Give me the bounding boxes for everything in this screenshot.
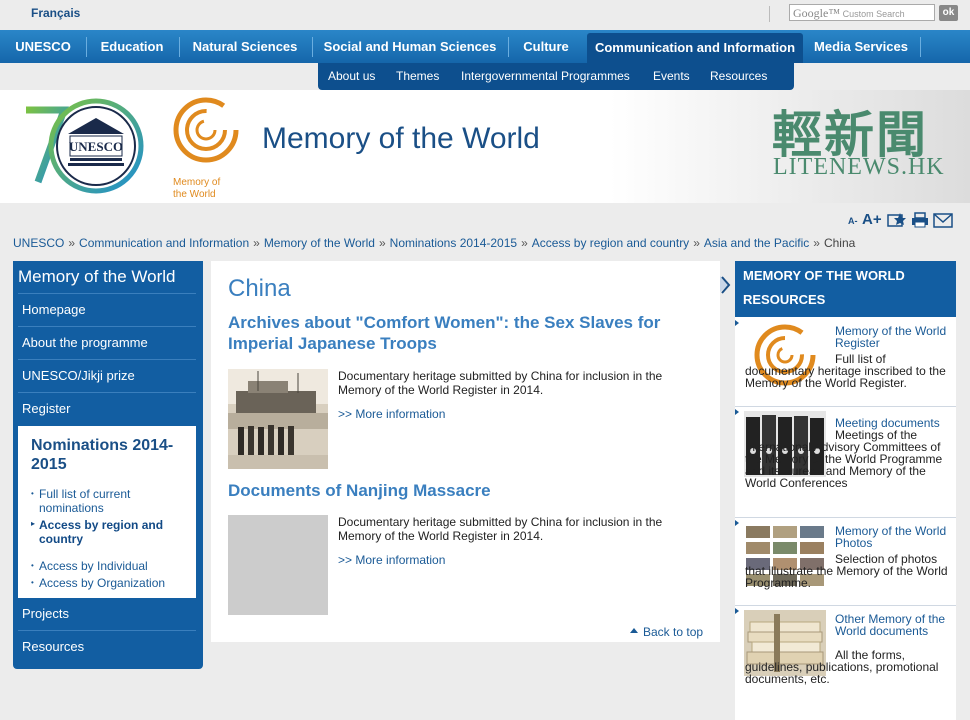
sub-navigation: About us Themes Intergovernmental Progra…: [318, 63, 794, 90]
arrow-icon: [735, 608, 739, 614]
subnav-events[interactable]: Events: [653, 63, 690, 90]
unesco-70-logo[interactable]: UNESCO: [18, 94, 158, 198]
nav-education[interactable]: Education: [92, 30, 172, 63]
resource-description: Full list of documentary heritage inscri…: [745, 352, 946, 390]
sidebar-item-jikji-prize[interactable]: UNESCO/Jikji prize: [13, 360, 197, 392]
sidebar-section-nominations[interactable]: Nominations 2014-2015: [31, 436, 186, 474]
mow-logo-caption-line2: the World: [173, 189, 216, 200]
arrow-icon: [735, 520, 739, 526]
resource-link-register[interactable]: Memory of the World Register: [835, 325, 950, 349]
breadcrumb-access-region-country[interactable]: Access by region and country: [532, 236, 689, 250]
page-title: China: [228, 275, 291, 302]
mow-logo-caption-line1: Memory of: [173, 177, 221, 188]
bullet-icon: •: [31, 561, 34, 570]
bookmark-icon[interactable]: [887, 212, 907, 228]
sidebar-item-about[interactable]: About the programme: [13, 327, 197, 359]
chevron-right-icon: [721, 276, 731, 294]
nav-natural-sciences[interactable]: Natural Sciences: [185, 30, 305, 63]
subnav-intergovernmental-programmes[interactable]: Intergovernmental Programmes: [461, 63, 630, 90]
nav-media-services[interactable]: Media Services: [808, 30, 914, 63]
resource-link-photos[interactable]: Memory of the World Photos: [835, 525, 950, 549]
breadcrumb: UNESCO» Communication and Information» Mem…: [13, 236, 856, 250]
font-smaller-button[interactable]: A-: [848, 216, 858, 226]
page-banner-title: Memory of the World: [262, 122, 540, 155]
sidebar-subitem-access-region[interactable]: Access by region and country: [39, 518, 189, 546]
sidebar-item-register[interactable]: Register: [13, 393, 197, 425]
sidebar-item-projects[interactable]: Projects: [13, 598, 197, 630]
resource-item-photos: Memory of the World Photos Selection of …: [735, 518, 956, 606]
font-larger-button[interactable]: A+: [862, 211, 882, 228]
resource-link-other-documents[interactable]: Other Memory of the World documents: [835, 613, 950, 637]
breadcrumb-asia-pacific[interactable]: Asia and the Pacific: [704, 236, 809, 250]
bullet-icon: •: [31, 578, 34, 587]
mow-logo-caption: Memory of the World: [173, 177, 220, 201]
current-arrow-icon: ▸: [31, 519, 36, 528]
nav-divider: [920, 37, 921, 57]
resources-heading: MEMORY OF THE WORLD RESOURCES: [735, 261, 956, 317]
main-content: China Archives about "Comfort Women": th…: [211, 261, 720, 642]
resource-description: Selection of photos that illustrate the …: [745, 552, 948, 590]
search-button[interactable]: ok: [939, 5, 958, 21]
divider: [769, 6, 770, 22]
entry-photo-placeholder[interactable]: [228, 515, 328, 615]
sidebar-subitem-access-organization[interactable]: Access by Organization: [39, 576, 189, 590]
back-to-top-link[interactable]: Back to top: [643, 625, 703, 639]
google-brand-text: Google™: [793, 6, 841, 20]
breadcrumb-memory-of-the-world[interactable]: Memory of the World: [264, 236, 375, 250]
sidebar-submenu-nominations: Nominations 2014-2015 • Full list of cur…: [18, 426, 196, 598]
search-placeholder: Custom Search: [842, 9, 905, 19]
more-information-link[interactable]: >> More information: [338, 407, 445, 421]
search-input[interactable]: Google™ Custom Search: [789, 4, 935, 21]
print-icon[interactable]: [911, 212, 929, 228]
resource-item-meeting-documents: Meeting documents Meetings of the Intern…: [735, 407, 956, 518]
subnav-resources[interactable]: Resources: [710, 63, 767, 90]
resource-item-register: Memory of the World Register Full list o…: [735, 318, 956, 407]
sidebar-subitem-access-individual[interactable]: Access by Individual: [39, 559, 189, 573]
entry-title-nanjing-massacre[interactable]: Documents of Nanjing Massacre: [228, 480, 708, 501]
nav-social-human-sciences[interactable]: Social and Human Sciences: [318, 30, 502, 63]
entry-photo-comfort-women[interactable]: [228, 369, 328, 469]
unesco-logo-text: UNESCO: [69, 139, 123, 154]
nav-communication-information[interactable]: Communication and Information: [587, 33, 803, 63]
sidebar-item-homepage[interactable]: Homepage: [13, 294, 197, 326]
bullet-icon: •: [31, 489, 34, 498]
entry-title-comfort-women[interactable]: Archives about "Comfort Women": the Sex …: [228, 312, 708, 354]
nav-divider: [312, 37, 313, 57]
more-information-link[interactable]: >> More information: [338, 553, 445, 567]
entry-description: Documentary heritage submitted by China …: [338, 369, 663, 397]
left-sidebar: Memory of the World Homepage About the p…: [13, 261, 203, 669]
main-navigation: UNESCO Education Natural Sciences Social…: [0, 30, 970, 63]
banner: UNESCO Memory of the World Memory of the…: [0, 90, 970, 203]
breadcrumb-unesco[interactable]: UNESCO: [13, 236, 64, 250]
nav-divider: [179, 37, 180, 57]
nav-divider: [86, 37, 87, 57]
sidebar-subitem-full-list[interactable]: Full list of current nominations: [39, 487, 189, 515]
language-link-french[interactable]: Français: [31, 6, 80, 20]
watermark-latin: LITENEWS.HK: [773, 154, 945, 180]
nav-unesco[interactable]: UNESCO: [8, 30, 78, 63]
nav-divider: [508, 37, 509, 57]
resource-description: Meetings of the International Advisory C…: [745, 428, 943, 490]
arrow-icon: [735, 320, 739, 326]
subnav-themes[interactable]: Themes: [396, 63, 439, 90]
memory-of-the-world-logo[interactable]: [172, 96, 242, 166]
sidebar-title[interactable]: Memory of the World: [18, 267, 175, 287]
sidebar-item-resources[interactable]: Resources: [13, 631, 197, 663]
breadcrumb-current-china: China: [823, 236, 856, 250]
resources-sidebar: MEMORY OF THE WORLD RESOURCES Memory of …: [735, 261, 956, 720]
nav-culture[interactable]: Culture: [514, 30, 578, 63]
breadcrumb-nominations[interactable]: Nominations 2014-2015: [390, 236, 517, 250]
breadcrumb-communication-information[interactable]: Communication and Information: [79, 236, 249, 250]
arrow-icon: [735, 409, 739, 415]
resource-item-other-documents: Other Memory of the World documents All …: [735, 606, 956, 720]
subnav-about-us[interactable]: About us: [328, 63, 375, 90]
email-icon[interactable]: [933, 213, 953, 228]
resource-description: All the forms, guidelines, publications,…: [745, 648, 939, 686]
arrow-up-icon: [630, 628, 638, 633]
top-bar: Français Google™ Custom Search ok: [0, 0, 970, 30]
entry-description: Documentary heritage submitted by China …: [338, 515, 663, 543]
